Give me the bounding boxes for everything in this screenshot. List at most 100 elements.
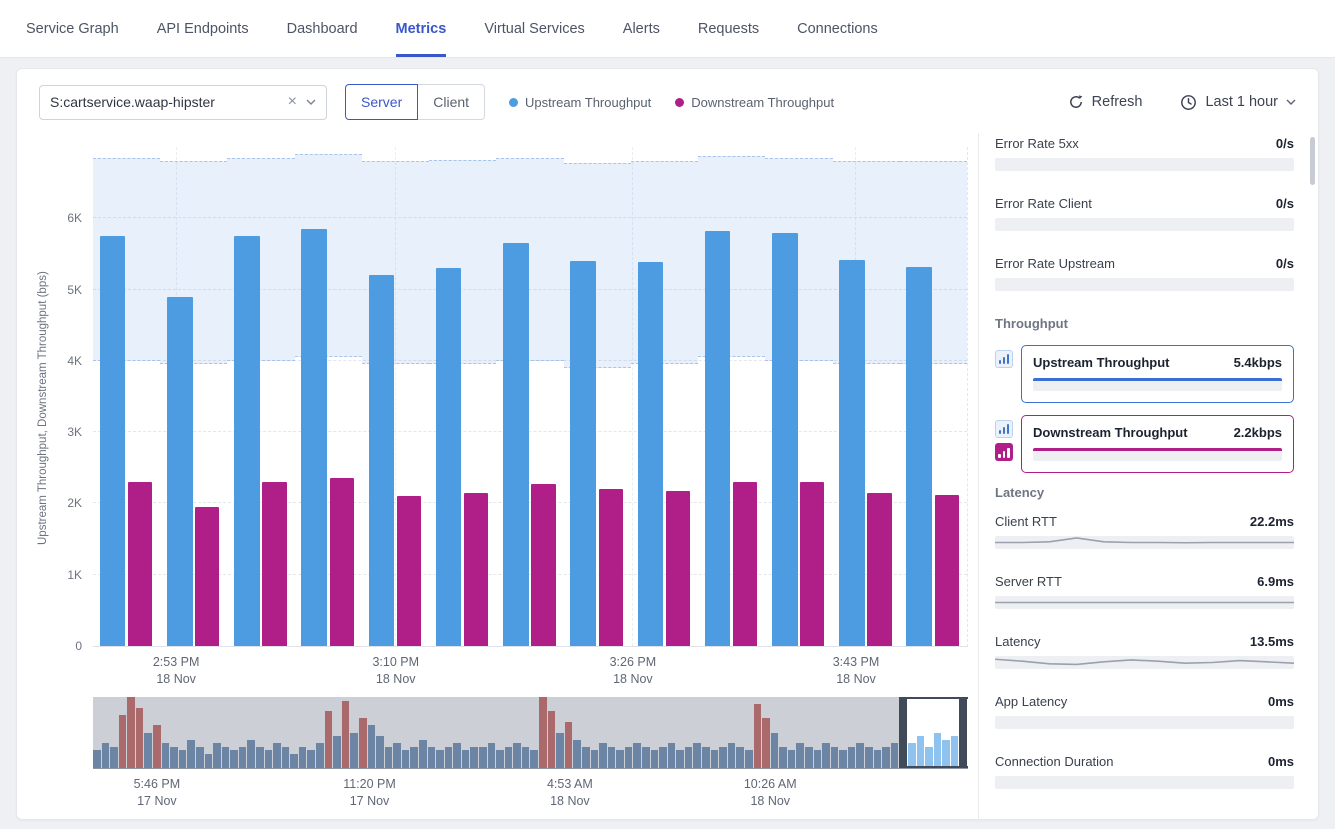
metric-card-downstream-throughput[interactable]: Downstream Throughput2.2kbps bbox=[1021, 415, 1294, 473]
tick-date: 18 Nov bbox=[744, 793, 797, 810]
metric-label: Latency bbox=[995, 634, 1041, 649]
bar-downstream[interactable] bbox=[531, 484, 555, 646]
legend-upstream-throughput: Upstream Throughput bbox=[509, 95, 651, 110]
metric-card-upstream-throughput[interactable]: Upstream Throughput5.4kbps bbox=[1021, 345, 1294, 403]
time-brush-minimap[interactable] bbox=[93, 697, 968, 769]
legend-label: Downstream Throughput bbox=[691, 95, 834, 110]
bar-downstream[interactable] bbox=[195, 507, 219, 646]
bar-upstream[interactable] bbox=[301, 229, 327, 646]
metric-sparkline bbox=[995, 536, 1294, 549]
throughput-chart: Upstream Throughput, Downstream Throughp… bbox=[17, 133, 978, 819]
x-tick-label: 4:53 AM18 Nov bbox=[547, 776, 593, 810]
y-tick-label: 5K bbox=[67, 283, 82, 297]
metric-value: 0ms bbox=[1268, 694, 1294, 709]
metric-row: Upstream Throughput5.4kbps bbox=[1033, 355, 1282, 370]
metric-sparkline bbox=[995, 278, 1294, 291]
bar-downstream[interactable] bbox=[800, 482, 824, 646]
refresh-button[interactable]: Refresh bbox=[1068, 94, 1143, 110]
time-range-selector[interactable]: Last 1 hour bbox=[1180, 94, 1296, 111]
metric-value: 2.2kbps bbox=[1234, 425, 1282, 440]
metric-row: App Latency0ms bbox=[995, 694, 1294, 709]
metric-block-server-rtt: Server RTT6.9ms bbox=[995, 574, 1294, 609]
metric-sparkline bbox=[995, 218, 1294, 231]
nav-item-requests[interactable]: Requests bbox=[698, 0, 759, 57]
section-title-throughput: Throughput bbox=[995, 316, 1294, 331]
bar-downstream[interactable] bbox=[464, 493, 488, 646]
bar-upstream[interactable] bbox=[436, 268, 462, 646]
bar-downstream[interactable] bbox=[128, 482, 152, 646]
metric-row: Connection Duration0ms bbox=[995, 754, 1294, 769]
bar-upstream[interactable] bbox=[906, 267, 932, 646]
tick-date: 18 Nov bbox=[833, 671, 880, 688]
tick-date: 18 Nov bbox=[610, 671, 657, 688]
nav-item-metrics[interactable]: Metrics bbox=[396, 0, 447, 57]
bar-downstream[interactable] bbox=[666, 491, 690, 646]
service-filter-select[interactable]: S:cartservice.waap-hipster × bbox=[39, 85, 327, 120]
bar-chart-icon[interactable] bbox=[995, 443, 1013, 461]
clear-filter-icon[interactable]: × bbox=[279, 93, 306, 111]
clock-icon bbox=[1180, 94, 1197, 111]
bar-chart-icon[interactable] bbox=[995, 350, 1013, 368]
bar-upstream[interactable] bbox=[167, 297, 193, 646]
spark-line bbox=[1033, 448, 1282, 451]
metric-row: Error Rate Upstream0/s bbox=[995, 256, 1294, 271]
bar-downstream[interactable] bbox=[262, 482, 286, 646]
tick-time: 4:53 AM bbox=[547, 776, 593, 793]
y-tick-label: 3K bbox=[67, 425, 82, 439]
x-tick-label: 11:20 PM17 Nov bbox=[343, 776, 396, 810]
bar-downstream[interactable] bbox=[397, 496, 421, 646]
metric-row: Downstream Throughput2.2kbps bbox=[1033, 425, 1282, 440]
bar-downstream[interactable] bbox=[733, 482, 757, 646]
bar-downstream[interactable] bbox=[935, 495, 959, 646]
tick-date: 18 Nov bbox=[153, 671, 200, 688]
bar-downstream[interactable] bbox=[599, 489, 623, 646]
bar-chart-icon[interactable] bbox=[995, 420, 1013, 438]
unselected-range-mask bbox=[93, 697, 899, 768]
nav-item-api-endpoints[interactable]: API Endpoints bbox=[157, 0, 249, 57]
tick-time: 3:10 PM bbox=[372, 654, 419, 671]
tick-time: 10:26 AM bbox=[744, 776, 797, 793]
nav-item-dashboard[interactable]: Dashboard bbox=[287, 0, 358, 57]
metric-block-app-latency: App Latency0ms bbox=[995, 694, 1294, 729]
refresh-icon bbox=[1068, 94, 1084, 110]
metric-value: 0ms bbox=[1268, 754, 1294, 769]
tick-time: 3:26 PM bbox=[610, 654, 657, 671]
x-tick-label: 10:26 AM18 Nov bbox=[744, 776, 797, 810]
bar-upstream[interactable] bbox=[100, 236, 126, 646]
metric-block-error-rate-5xx: Error Rate 5xx0/s bbox=[995, 136, 1294, 171]
mode-client-button[interactable]: Client bbox=[418, 84, 485, 120]
card-icon-col bbox=[995, 415, 1013, 461]
nav-item-connections[interactable]: Connections bbox=[797, 0, 878, 57]
bar-downstream[interactable] bbox=[330, 478, 354, 646]
gridline bbox=[93, 502, 967, 503]
bar-upstream[interactable] bbox=[503, 243, 529, 646]
metric-sparkline bbox=[995, 716, 1294, 729]
bar-downstream[interactable] bbox=[867, 493, 891, 646]
mode-server-button[interactable]: Server bbox=[345, 84, 418, 120]
metric-block-client-rtt: Client RTT22.2ms bbox=[995, 514, 1294, 549]
sidebar-scrollbar[interactable] bbox=[1310, 137, 1315, 185]
brush-selection[interactable] bbox=[899, 697, 968, 768]
metrics-panel: S:cartservice.waap-hipster × ServerClien… bbox=[16, 68, 1319, 820]
gridline bbox=[93, 431, 967, 432]
bar-upstream[interactable] bbox=[839, 260, 865, 646]
metric-block-latency: Latency 13.5ms bbox=[995, 634, 1294, 669]
chart-plot-area[interactable]: 01K2K3K4K5K6K bbox=[93, 147, 968, 647]
legend-label: Upstream Throughput bbox=[525, 95, 651, 110]
bar-upstream[interactable] bbox=[638, 262, 664, 646]
metric-label: Error Rate Client bbox=[995, 196, 1092, 211]
y-axis-label: Upstream Throughput, Downstream Throughp… bbox=[37, 271, 49, 545]
tick-time: 5:46 PM bbox=[134, 776, 181, 793]
bar-upstream[interactable] bbox=[705, 231, 731, 646]
top-nav: Service Graph API Endpoints Dashboard Metri… bbox=[0, 0, 1335, 58]
metric-row: Client RTT22.2ms bbox=[995, 514, 1294, 529]
nav-item-virtual-services[interactable]: Virtual Services bbox=[484, 0, 584, 57]
nav-item-service-graph[interactable]: Service Graph bbox=[26, 0, 119, 57]
metric-value: 13.5ms bbox=[1250, 634, 1294, 649]
bar-upstream[interactable] bbox=[772, 233, 798, 646]
bar-upstream[interactable] bbox=[234, 236, 260, 646]
bar-upstream[interactable] bbox=[369, 275, 395, 646]
bar-upstream[interactable] bbox=[570, 261, 596, 646]
metric-row: Server RTT6.9ms bbox=[995, 574, 1294, 589]
nav-item-alerts[interactable]: Alerts bbox=[623, 0, 660, 57]
